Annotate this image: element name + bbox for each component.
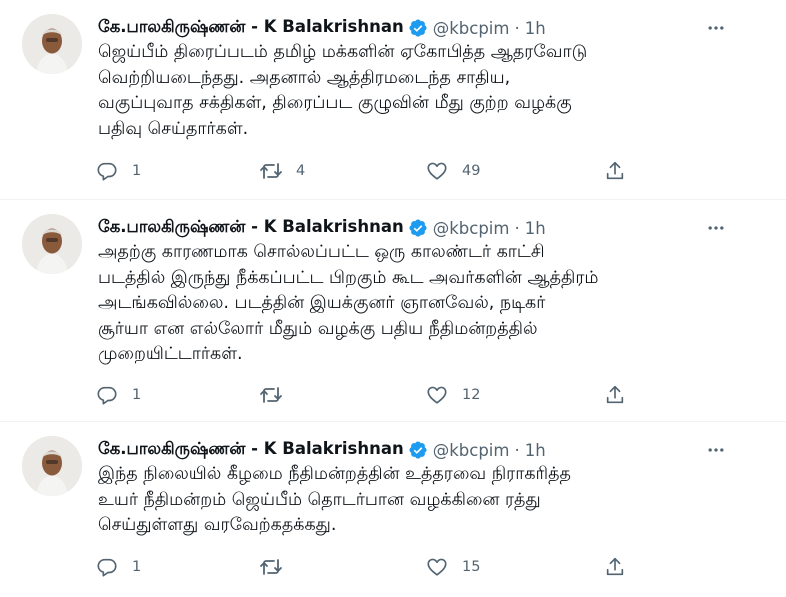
separator-dot: ·: [514, 440, 520, 460]
verified-badge-icon: [408, 218, 428, 238]
share-upload-icon: [602, 158, 628, 184]
reply-bubble-icon: [94, 382, 120, 408]
timestamp[interactable]: 1h: [525, 19, 546, 38]
like-button[interactable]: 15: [424, 552, 480, 582]
separator-dot: ·: [514, 218, 520, 238]
reply-bubble-icon: [94, 158, 120, 184]
share-button[interactable]: [602, 156, 628, 186]
more-dots-icon[interactable]: [702, 214, 730, 242]
author-name[interactable]: கே.பாலகிருஷ்ணன் - K Balakrishnan: [98, 217, 404, 239]
tweet[interactable]: கே.பாலகிருஷ்ணன் - K Balakrishnan @kbcpim…: [0, 200, 786, 422]
tweet-text: அதற்கு காரணமாக சொல்லப்பட்ட ஒரு காலண்டர் …: [98, 240, 758, 368]
tweet-header: கே.பாலகிருஷ்ணன் - K Balakrishnan @kbcpim…: [98, 438, 546, 462]
author-handle[interactable]: @kbcpim: [433, 19, 510, 38]
tweet-text-line: செய்துள்ளது வரவேற்கதக்கது.: [98, 515, 337, 535]
tweet-actions: 1 12: [94, 380, 654, 410]
tweet-feed: கே.பாலகிருஷ்ணன் - K Balakrishnan @kbcpim…: [0, 0, 786, 597]
reply-button[interactable]: 1: [94, 552, 141, 582]
tweet-text-line: சூர்யா என எல்லோர் மீதும் வழக்கு பதிய நீத…: [98, 318, 538, 339]
tweet-header: கே.பாலகிருஷ்ணன் - K Balakrishnan @kbcpim…: [98, 16, 546, 40]
separator-dot: ·: [514, 18, 520, 38]
retweet-button[interactable]: [258, 552, 296, 582]
share-button[interactable]: [602, 380, 628, 410]
like-count: 12: [462, 387, 481, 403]
author-handle[interactable]: @kbcpim: [433, 219, 510, 238]
reply-count: 1: [132, 163, 142, 179]
author-name[interactable]: கே.பாலகிருஷ்ணன் - K Balakrishnan: [98, 439, 404, 461]
tweet-text: இந்த நிலையில் கீழமை நீதிமன்றத்தின் உத்தர…: [98, 462, 758, 539]
tweet-actions: 1 15: [94, 552, 654, 582]
retweet-arrows-icon: [258, 158, 284, 184]
tweet-text: ஜெய்பீம் திரைப்படம் தமிழ் மக்களின் ஏகோபி…: [98, 40, 758, 142]
tweet-text-line: வெற்றியடைந்தது. அதனால் ஆத்திரமடைந்த சாதி…: [98, 67, 511, 88]
tweet-text-line: படத்தில் இருந்து நீக்கப்பட்ட பிறகும் கூட…: [98, 267, 599, 288]
reply-count: 1: [132, 387, 142, 403]
retweet-count: 4: [296, 163, 306, 179]
tweet-header: கே.பாலகிருஷ்ணன் - K Balakrishnan @kbcpim…: [98, 216, 546, 240]
heart-icon: [424, 382, 450, 408]
share-button[interactable]: [602, 552, 628, 582]
tweet-text-line: ஜெய்பீம் திரைப்படம் தமிழ் மக்களின் ஏகோபி…: [98, 42, 588, 62]
share-upload-icon: [602, 382, 628, 408]
reply-count: 1: [132, 559, 142, 575]
tweet-text-line: உயர் நீதிமன்றம் ஜெய்பீம் தொடர்பான வழக்கி…: [98, 489, 541, 510]
reply-button[interactable]: 1: [94, 156, 141, 186]
share-upload-icon: [602, 554, 628, 580]
like-button[interactable]: 49: [424, 156, 480, 186]
tweet-text-line: அதற்கு காரணமாக சொல்லப்பட்ட ஒரு காலண்டர் …: [98, 242, 545, 262]
reply-bubble-icon: [94, 554, 120, 580]
tweet[interactable]: கே.பாலகிருஷ்ணன் - K Balakrishnan @kbcpim…: [0, 422, 786, 597]
verified-badge-icon: [408, 440, 428, 460]
heart-icon: [424, 554, 450, 580]
author-handle[interactable]: @kbcpim: [433, 441, 510, 460]
tweet[interactable]: கே.பாலகிருஷ்ணன் - K Balakrishnan @kbcpim…: [0, 0, 786, 200]
author-name[interactable]: கே.பாலகிருஷ்ணன் - K Balakrishnan: [98, 17, 404, 39]
avatar[interactable]: [22, 214, 82, 274]
avatar[interactable]: [22, 14, 82, 74]
like-button[interactable]: 12: [424, 380, 480, 410]
tweet-text-line: அடங்கவில்லை. படத்தின் இயக்குனர் ஞானவேல்,…: [98, 293, 546, 313]
timestamp[interactable]: 1h: [525, 219, 546, 238]
retweet-arrows-icon: [258, 554, 284, 580]
retweet-button[interactable]: 4: [258, 156, 305, 186]
avatar[interactable]: [22, 436, 82, 496]
like-count: 49: [462, 163, 481, 179]
more-dots-icon[interactable]: [702, 14, 730, 42]
like-count: 15: [462, 559, 481, 575]
tweet-text-line: இந்த நிலையில் கீழமை நீதிமன்றத்தின் உத்தர…: [98, 464, 571, 484]
tweet-actions: 1 4 49: [94, 156, 654, 186]
timestamp[interactable]: 1h: [525, 441, 546, 460]
tweet-text-line: முறையிட்டார்கள்.: [98, 344, 243, 364]
tweet-text-line: வகுப்புவாத சக்திகள், திரைப்பட குழுவின் ம…: [98, 93, 572, 113]
retweet-arrows-icon: [258, 382, 284, 408]
reply-button[interactable]: 1: [94, 380, 141, 410]
heart-icon: [424, 158, 450, 184]
tweet-text-line: பதிவு செய்தார்கள்.: [98, 118, 249, 139]
more-dots-icon[interactable]: [702, 436, 730, 464]
retweet-button[interactable]: [258, 380, 296, 410]
verified-badge-icon: [408, 18, 428, 38]
